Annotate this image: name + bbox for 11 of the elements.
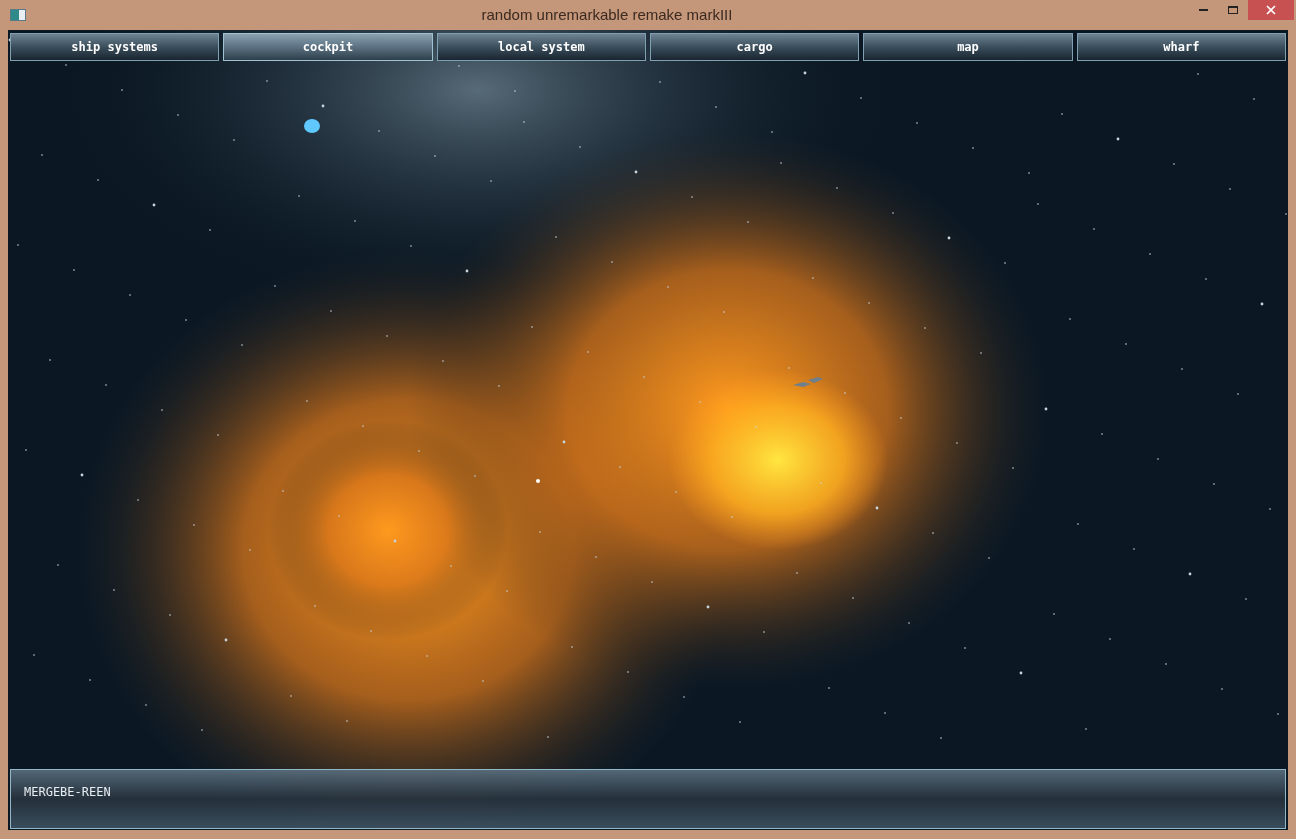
tab[interactable]: local system — [436, 33, 646, 61]
window-title: random unremarkable remake markIII — [480, 4, 734, 25]
tab[interactable]: ship systems — [10, 33, 220, 61]
tab[interactable]: wharf — [1076, 33, 1286, 61]
tab[interactable]: map — [863, 33, 1073, 61]
app-icon — [10, 9, 26, 21]
close-icon — [1266, 5, 1276, 15]
close-button[interactable] — [1248, 0, 1294, 20]
location-name: MERGEBE-REEN — [24, 784, 111, 801]
tab[interactable]: cargo — [650, 33, 860, 61]
tab[interactable]: cockpit — [223, 33, 433, 61]
